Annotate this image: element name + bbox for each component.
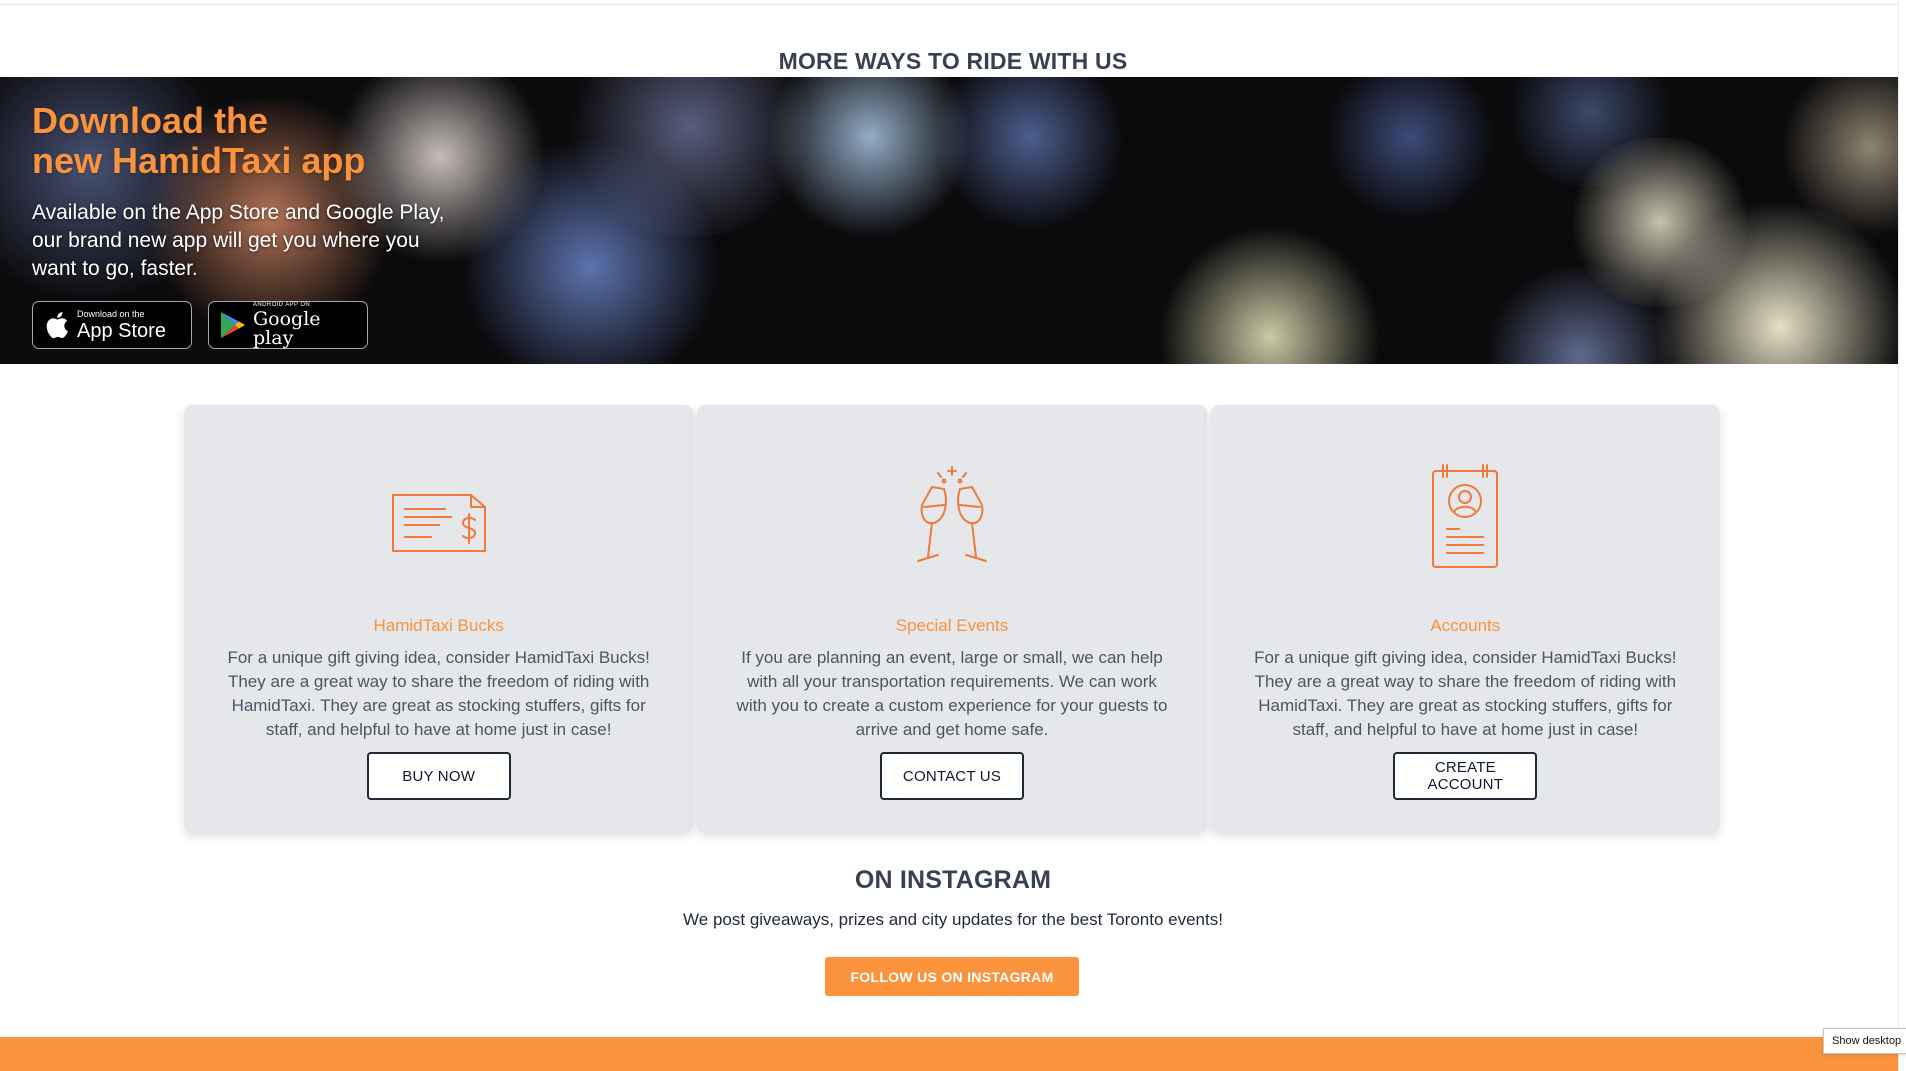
follow-instagram-button[interactable]: FOLLOW US ON INSTAGRAM [825,957,1079,996]
buy-now-button[interactable]: BUY NOW [366,752,511,800]
card-description: For a unique gift giving idea, consider … [1254,648,1677,739]
card-accounts: Accounts For a unique gift giving idea, … [1210,405,1720,833]
hero-title-line1: Download the [32,100,268,141]
google-play-icon [219,310,247,340]
hero-title: Download the new HamidTaxi app [32,101,452,181]
apple-logo-icon [43,310,69,340]
service-cards: HamidTaxi Bucks For a unique gift giving… [184,405,1720,833]
app-store-big-text: App Store [77,319,166,342]
app-store-small-text: Download on the [77,308,145,319]
hero-title-line2: new HamidTaxi app [32,140,366,181]
top-divider [0,4,1906,5]
cheque-dollar-icon [379,457,499,577]
section-title: MORE WAYS TO RIDE WITH US [778,48,1128,74]
id-badge-icon [1405,457,1525,577]
app-download-banner: Download the new HamidTaxi app Available… [0,77,1906,364]
google-play-badge[interactable]: ANDROID APP ON Google play [208,301,368,349]
card-description: For a unique gift giving idea, consider … [227,648,650,739]
google-play-big-text: Google play [253,308,321,349]
store-badges: Download on the App Store ANDROID APP ON… [32,301,452,349]
card-title: Special Events [895,616,1009,635]
card-special-events: Special Events If you are planning an ev… [697,405,1207,833]
create-account-button[interactable]: CREATE ACCOUNT [1393,752,1538,800]
app-store-badge[interactable]: Download on the App Store [32,301,192,349]
hero-description: Available on the App Store and Google Pl… [32,201,445,280]
instagram-title: ON INSTAGRAM [854,866,1052,894]
card-title: Accounts [1430,616,1501,635]
instagram-description: We post giveaways, prizes and city updat… [683,910,1223,929]
champagne-toast-icon [892,457,1012,577]
footer-bar [0,1037,1906,1071]
contact-us-button[interactable]: CONTACT US [879,752,1024,800]
card-title: HamidTaxi Bucks [373,616,504,635]
scrollbar[interactable] [1898,0,1906,1071]
show-desktop-tooltip: Show desktop [1823,1028,1906,1054]
card-hamidtaxi-bucks: HamidTaxi Bucks For a unique gift giving… [184,405,694,833]
card-description: If you are planning an event, large or s… [736,648,1168,739]
